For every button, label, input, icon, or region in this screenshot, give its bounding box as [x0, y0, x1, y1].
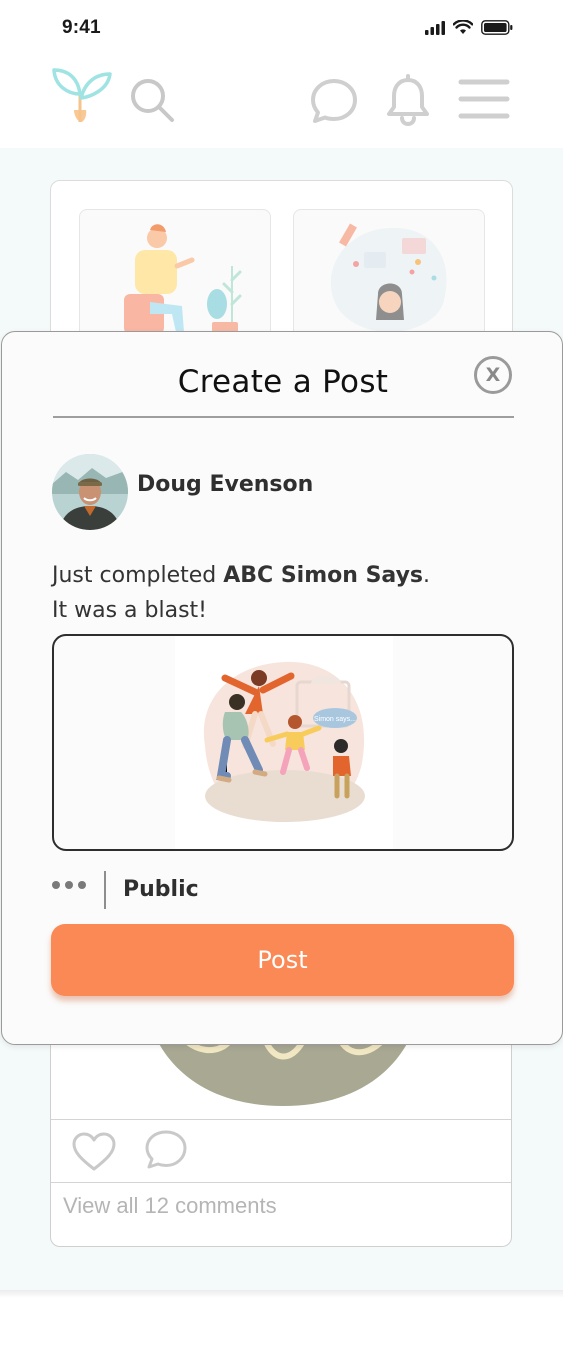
post-text-line-1: Just completed ABC Simon Says.	[52, 558, 430, 593]
post-text[interactable]: Just completed ABC Simon Says. It was a …	[52, 558, 430, 628]
feed-post-card: View all 12 comments	[50, 1010, 512, 1247]
feed-bottom-shadow	[0, 1290, 563, 1298]
avatar[interactable]	[52, 454, 128, 530]
user-photo	[52, 454, 128, 530]
like-heart-icon[interactable]	[71, 1131, 117, 1173]
more-options-dots-icon[interactable]	[52, 881, 86, 889]
hamburger-menu-icon[interactable]	[458, 78, 510, 120]
close-icon: X	[485, 364, 501, 386]
attached-image-box[interactable]: Simon says...	[52, 634, 514, 851]
speech-bubble-text: Simon says...	[314, 716, 356, 723]
visibility-selector[interactable]: Public	[123, 877, 199, 902]
create-post-modal: Create a Post X Doug Evenson Just comple…	[1, 331, 563, 1045]
title-divider	[53, 416, 514, 418]
wifi-icon	[453, 20, 473, 34]
post-text-prefix: Just completed	[52, 563, 224, 588]
user-name[interactable]: Doug Evenson	[137, 472, 313, 497]
chat-bubble-icon[interactable]	[310, 78, 358, 124]
status-icons	[425, 20, 513, 35]
sprout-logo-icon[interactable]	[50, 64, 114, 126]
close-button[interactable]: X	[474, 356, 512, 394]
search-icon[interactable]	[128, 76, 176, 124]
post-divider	[51, 1119, 511, 1120]
comment-bubble-icon[interactable]	[143, 1129, 189, 1171]
post-text-suffix: .	[423, 563, 431, 588]
bell-icon[interactable]	[386, 74, 430, 126]
cellular-signal-icon	[425, 20, 445, 35]
visibility-separator	[104, 871, 106, 909]
post-button[interactable]: Post	[51, 924, 514, 996]
post-text-line-2: It was a blast!	[52, 598, 207, 623]
attached-image: Simon says...	[175, 636, 393, 849]
view-comments-link[interactable]: View all 12 comments	[63, 1193, 277, 1219]
status-time: 9:41	[62, 17, 101, 38]
app-header	[0, 58, 563, 148]
family-playing-illustration: Simon says...	[203, 661, 365, 822]
activity-name: ABC Simon Says	[223, 563, 424, 588]
post-divider	[51, 1182, 511, 1183]
status-bar: 9:41	[0, 0, 563, 58]
battery-icon	[481, 20, 513, 35]
